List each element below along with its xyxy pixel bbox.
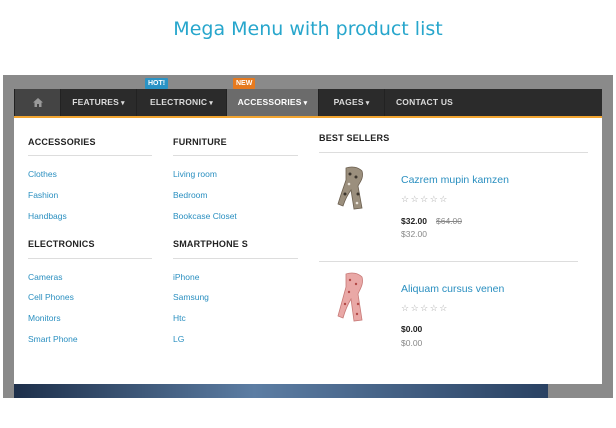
product-old-price: $64.00 [436,216,462,226]
menu-link-cell-phones[interactable]: Cell Phones [28,292,74,302]
column-title-accessories: ACCESSORIES [28,137,96,147]
scarf-product-image[interactable] [336,166,370,210]
nav-electronic[interactable]: ELECTRONIC ▾ [136,89,226,116]
nav-home[interactable] [14,89,60,116]
column-title-furniture: FURNITURE [173,137,227,147]
page-heading: Mega Menu with product list [173,18,443,40]
column-divider [173,258,298,259]
product-price: $0.00 [401,324,423,334]
column-divider [28,155,152,156]
menu-link-lg[interactable]: LG [173,334,184,344]
menu-link-monitors[interactable]: Monitors [28,313,61,323]
star-rating-icon: ☆☆☆☆☆ [401,194,449,204]
product-name[interactable]: Cazrem mupin kamzen [401,174,509,186]
column-divider [173,155,298,156]
new-badge: NEW [233,78,256,89]
menu-link-clothes[interactable]: Clothes [28,169,57,179]
mega-menu-panel: ACCESSORIES Clothes Fashion Handbags FUR… [14,118,602,384]
home-icon [32,98,43,108]
menu-link-samsung[interactable]: Samsung [173,292,209,302]
hot-badge: HOT! [145,78,169,89]
menu-link-iphone[interactable]: iPhone [173,272,199,282]
chevron-down-icon: ▾ [303,100,308,107]
column-title-electronics: ELECTRONICS [28,239,95,249]
best-sellers-title: BEST SELLERS [319,133,390,143]
chevron-down-icon: ▾ [121,100,125,107]
menu-link-bedroom[interactable]: Bedroom [173,190,208,200]
menu-link-smart-phone[interactable]: Smart Phone [28,334,78,344]
menu-link-fashion[interactable]: Fashion [28,190,58,200]
nav-label: CONTACT US [395,97,454,107]
menu-link-htc[interactable]: Htc [173,313,186,323]
menu-link-bookcase-closet[interactable]: Bookcase Closet [173,211,237,221]
product-price: $32.00 [401,216,427,226]
column-divider [28,258,152,259]
chevron-down-icon: ▾ [209,100,213,107]
nav-label: ACCESSORIES [237,97,302,107]
product-divider [319,261,578,262]
nav-accessories[interactable]: ACCESSORIES ▾ [226,89,318,116]
nav-label: PAGES [333,97,364,107]
scarf-product-image[interactable] [336,272,370,322]
nav-label: FEATURES [72,97,120,107]
menu-link-handbags[interactable]: Handbags [28,211,67,221]
chevron-down-icon: ▾ [365,100,370,107]
nav-contact-us[interactable]: CONTACT US [384,89,464,116]
product-price-secondary: $32.00 [401,229,427,239]
star-rating-icon: ☆☆☆☆☆ [401,303,449,313]
menu-link-cameras[interactable]: Cameras [28,272,62,282]
product-price-secondary: $0.00 [401,338,423,348]
nav-pages[interactable]: PAGES ▾ [318,89,384,116]
product-name[interactable]: Aliquam cursus venen [401,283,504,295]
menu-link-living-room[interactable]: Living room [173,169,217,179]
nav-label: ELECTRONIC [150,97,208,107]
best-sellers-divider [319,152,588,153]
hero-banner-strip [14,384,548,398]
column-title-smartphones: SMARTPHONE S [173,239,248,249]
nav-features[interactable]: FEATURES ▾ [60,89,136,116]
main-navbar: FEATURES ▾ ELECTRONIC ▾ ACCESSORIES ▾ PAGES… [14,78,602,116]
